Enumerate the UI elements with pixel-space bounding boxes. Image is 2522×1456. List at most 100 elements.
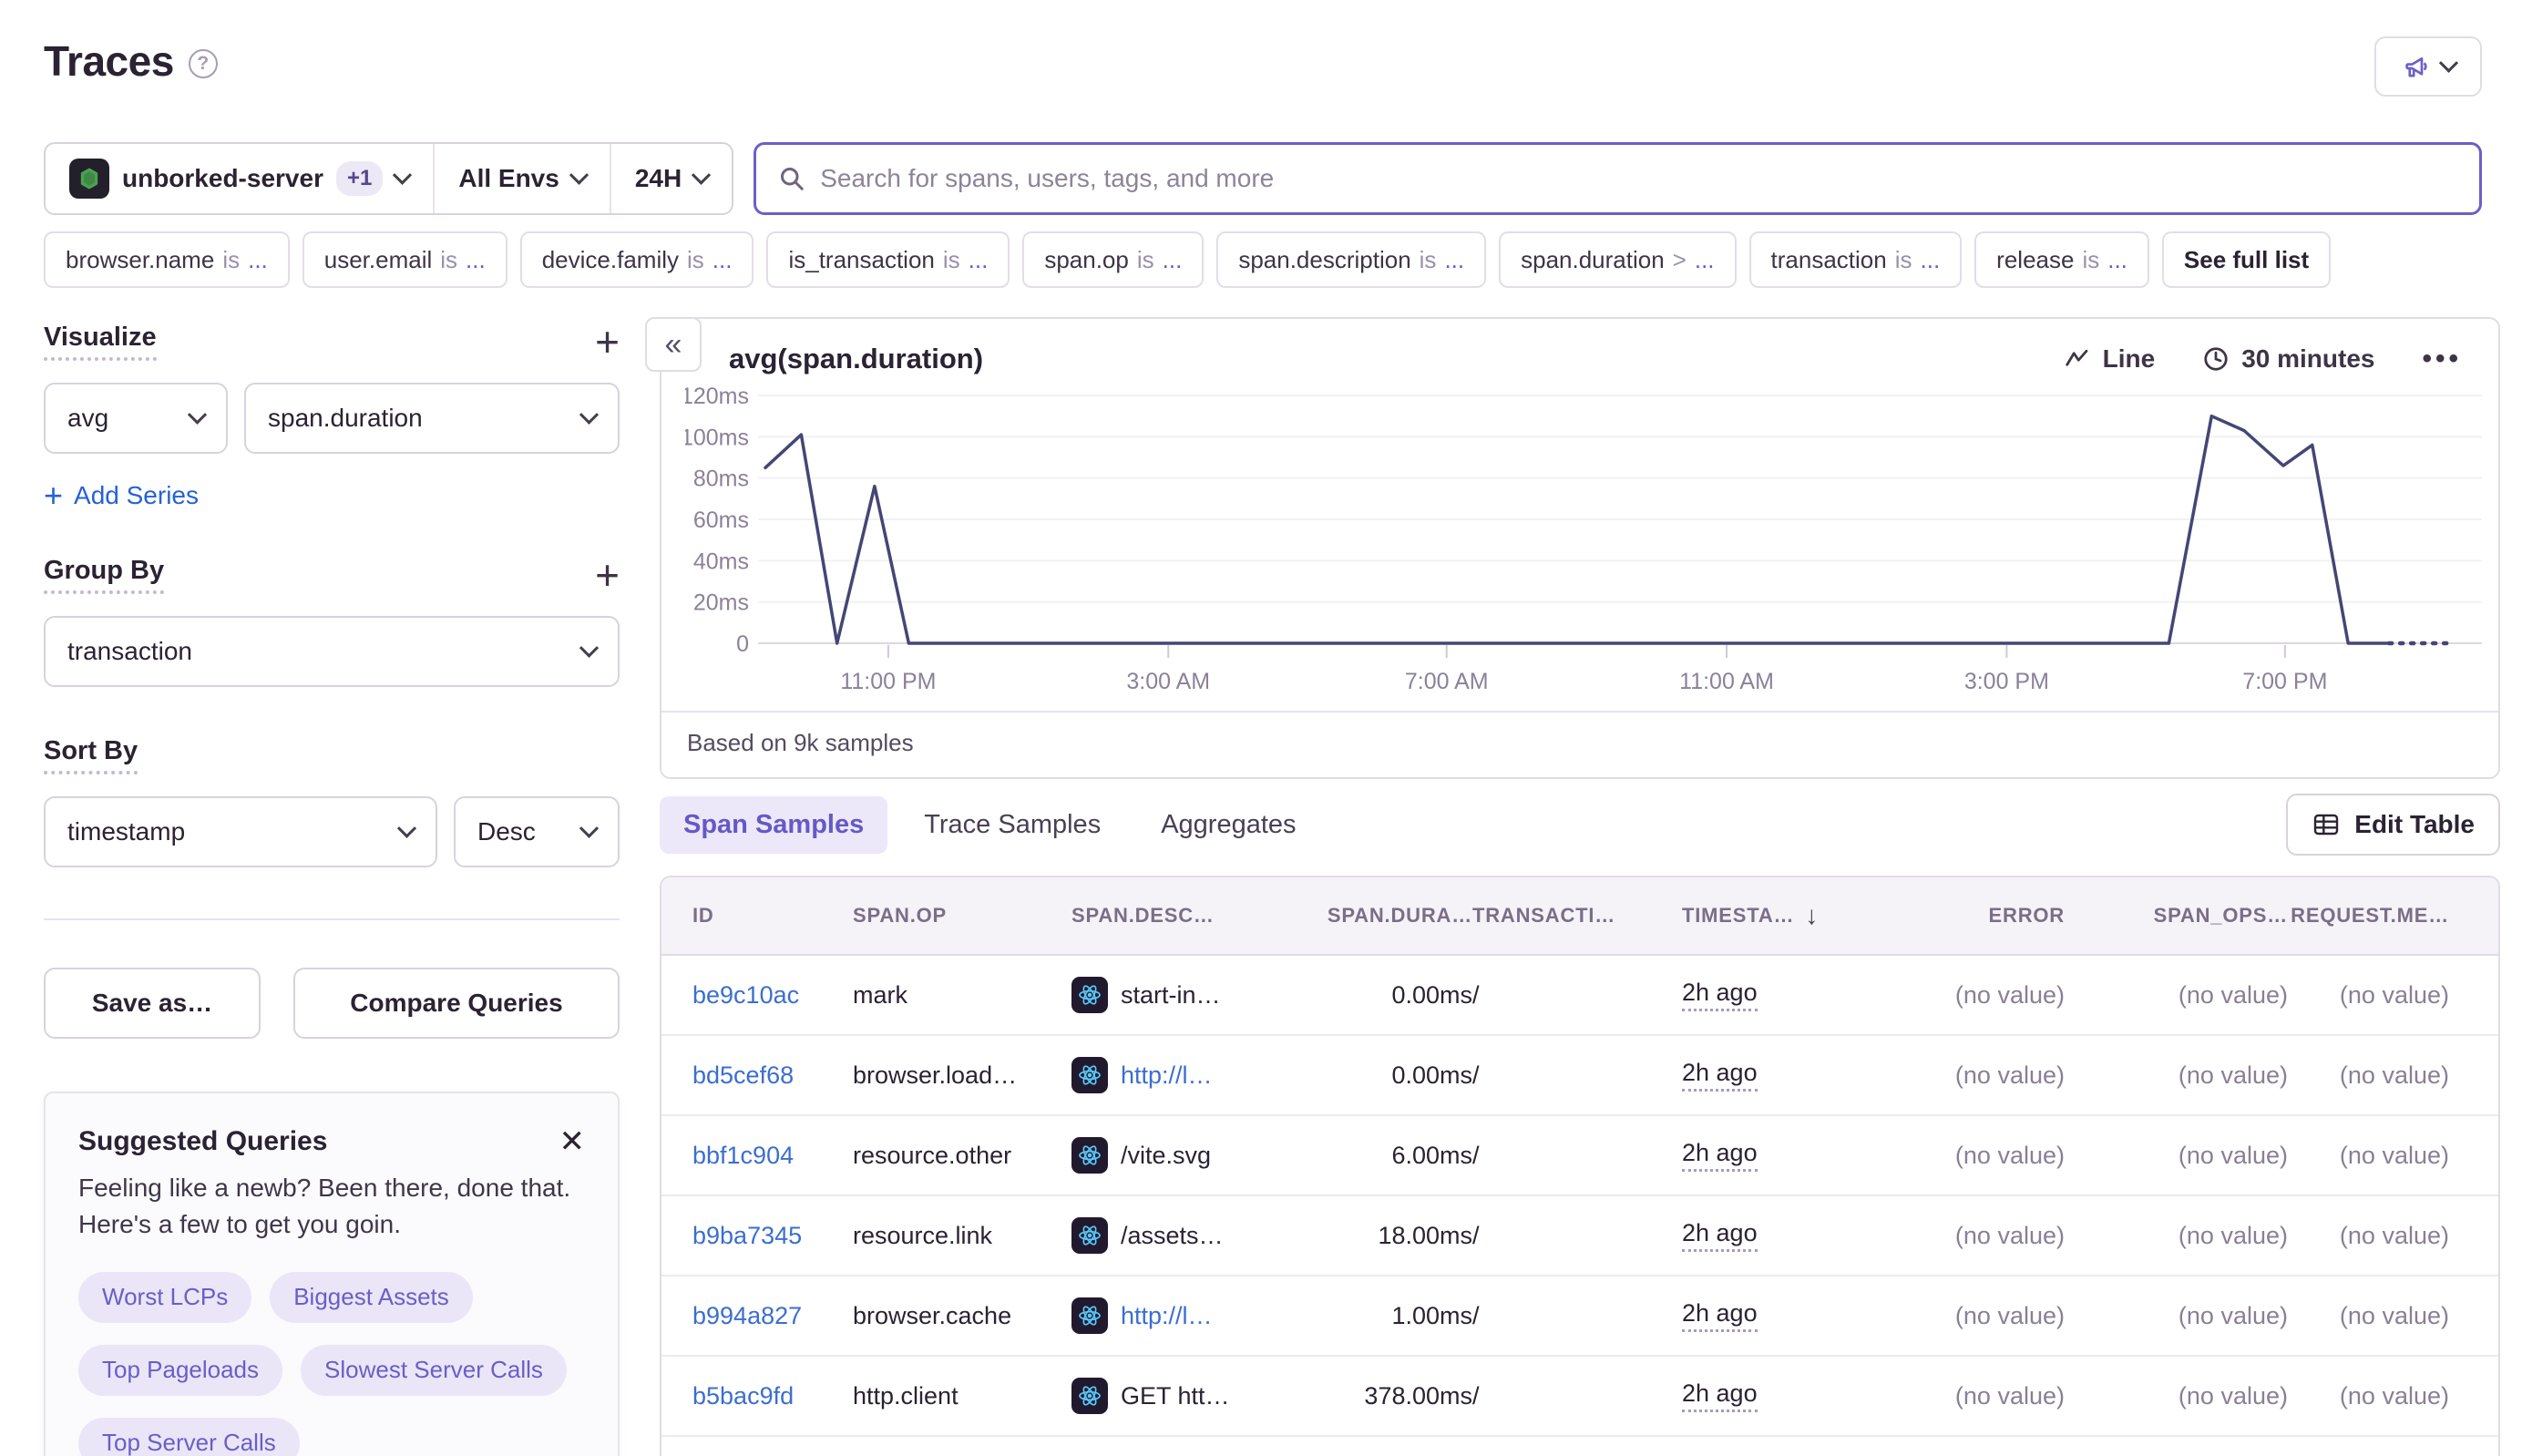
cell-span-duration: 1.00ms xyxy=(1290,1302,1472,1330)
add-visualize-button[interactable]: + xyxy=(595,325,620,359)
column-header[interactable]: TRANSACTI… xyxy=(1472,904,1682,928)
visualize-section-head: Visualize + xyxy=(44,323,620,361)
cell-span-description[interactable]: /assets… xyxy=(1071,1217,1290,1254)
add-series-button[interactable]: + Add Series xyxy=(44,481,199,510)
sort-direction-select[interactable]: Desc xyxy=(454,796,620,867)
table-header-row: IDSPAN.OPSPAN.DESC…SPAN.DURA…TRANSACTI…T… xyxy=(661,877,2498,956)
cell-timestamp[interactable]: 2h ago xyxy=(1682,979,1855,1011)
tab-span-samples[interactable]: Span Samples xyxy=(660,796,887,854)
date-range-selector[interactable]: 24H xyxy=(611,144,732,213)
tab-aggregates[interactable]: Aggregates xyxy=(1137,796,1319,854)
chart-more-menu[interactable]: ••• xyxy=(2422,343,2462,374)
group-by-select[interactable]: transaction xyxy=(44,616,620,687)
help-icon[interactable]: ? xyxy=(189,49,218,78)
chevron-down-icon xyxy=(569,165,589,184)
filter-chip-span.op[interactable]: span.opis... xyxy=(1022,231,1204,288)
cell-timestamp[interactable]: 2h ago xyxy=(1682,1139,1855,1172)
whats-new-button[interactable] xyxy=(2374,36,2482,97)
chip-field: span.duration xyxy=(1521,246,1665,274)
field-select[interactable]: span.duration xyxy=(244,383,620,454)
compare-queries-button[interactable]: Compare Queries xyxy=(293,968,620,1039)
project-selector[interactable]: unborked-server +1 xyxy=(46,144,433,213)
span-description-text: /vite.svg xyxy=(1121,1142,1211,1170)
cell-span-description[interactable]: start-in… xyxy=(1071,977,1290,1013)
sort-field-select[interactable]: timestamp xyxy=(44,796,437,867)
filter-chip-release[interactable]: releaseis... xyxy=(1974,231,2149,288)
cell-timestamp[interactable]: 2h ago xyxy=(1682,1219,1855,1252)
cell-span-description[interactable]: /vite.svg xyxy=(1071,1137,1290,1174)
suggested-query-chip[interactable]: Top Pageloads xyxy=(78,1345,282,1396)
edit-table-button[interactable]: Edit Table xyxy=(2286,794,2500,856)
chip-value: ... xyxy=(466,246,486,274)
filter-chip-span.description[interactable]: span.descriptionis... xyxy=(1216,231,1486,288)
aggregate-select[interactable]: avg xyxy=(44,383,228,454)
column-header[interactable]: ID xyxy=(661,904,853,928)
chart-interval-button[interactable]: 30 minutes xyxy=(2202,344,2374,374)
chart-panel: « avg(span.duration) Line xyxy=(660,317,2500,779)
table-toolbar: Span SamplesTrace SamplesAggregates Edit… xyxy=(660,794,2500,856)
filter-bar: unborked-server +1 All Envs 24H xyxy=(44,142,2482,215)
query-actions: Save as… Compare Queries xyxy=(44,968,620,1039)
filter-chip-device.family[interactable]: device.familyis... xyxy=(520,231,754,288)
column-header[interactable]: TIMESTA… ↓ xyxy=(1682,901,1855,930)
page-title: Traces xyxy=(44,36,174,86)
chart-type-button[interactable]: Line xyxy=(2064,344,2156,374)
suggested-query-chip[interactable]: Top Server Calls xyxy=(78,1418,300,1456)
environment-selector[interactable]: All Envs xyxy=(435,144,609,213)
close-icon[interactable]: ✕ xyxy=(559,1126,586,1157)
search-input[interactable] xyxy=(820,164,2457,193)
sort-by-label: Sort By xyxy=(44,736,138,774)
page-filters: unborked-server +1 All Envs 24H xyxy=(44,142,733,215)
search-bar[interactable] xyxy=(754,142,2482,215)
suggested-query-chip[interactable]: Worst LCPs xyxy=(78,1272,251,1323)
tab-trace-samples[interactable]: Trace Samples xyxy=(900,796,1124,854)
sort-by-section-head: Sort By xyxy=(44,736,620,774)
collapse-sidebar-button[interactable]: « xyxy=(645,317,702,372)
column-header[interactable]: REQUEST.ME… xyxy=(2288,904,2498,928)
cell-timestamp[interactable]: 2h ago xyxy=(1682,1299,1855,1332)
column-header[interactable]: SPAN.DESC… xyxy=(1071,904,1290,928)
cell-span-id[interactable]: be9c10ac xyxy=(661,981,853,1010)
filter-chip-transaction[interactable]: transactionis... xyxy=(1749,231,1963,288)
column-header[interactable]: ERROR xyxy=(1855,904,2065,928)
column-header-label: TIMESTA… xyxy=(1682,904,1794,928)
filter-chip-is_transaction[interactable]: is_transactionis... xyxy=(766,231,1010,288)
cell-timestamp[interactable]: 2h ago xyxy=(1682,1059,1855,1092)
cell-span-id[interactable]: bbf1c904 xyxy=(661,1142,853,1170)
sort-desc-icon[interactable]: ↓ xyxy=(1805,901,1819,930)
column-header[interactable]: SPAN.DURA… xyxy=(1290,904,1472,928)
chevron-down-icon xyxy=(393,165,412,184)
y-axis-tick: 0 xyxy=(736,631,749,657)
cell-span-id[interactable]: bd5cef68 xyxy=(661,1061,853,1090)
cell-request-method: (no value) xyxy=(2288,1382,2498,1410)
timestamp-text: 2h ago xyxy=(1682,1139,1758,1172)
title-wrap: Traces ? xyxy=(44,36,218,86)
chip-operator: is xyxy=(1420,246,1437,274)
cell-timestamp[interactable]: 2h ago xyxy=(1682,1379,1855,1412)
cell-span-description[interactable]: http://l… xyxy=(1071,1297,1290,1334)
add-group-by-button[interactable]: + xyxy=(595,559,620,592)
filter-chip-span.duration[interactable]: span.duration>... xyxy=(1499,231,1736,288)
cell-span-duration: 18.00ms xyxy=(1290,1222,1472,1250)
filter-chip-user.email[interactable]: user.emailis... xyxy=(302,231,507,288)
line-chart-icon xyxy=(2064,345,2091,373)
suggested-query-chip[interactable]: Slowest Server Calls xyxy=(301,1345,567,1396)
cell-span-id[interactable]: b994a827 xyxy=(661,1302,853,1330)
filter-chip-browser.name[interactable]: browser.nameis... xyxy=(44,231,290,288)
cell-span-id[interactable]: b9ba7345 xyxy=(661,1222,853,1250)
cell-span-description[interactable]: http://l… xyxy=(1071,1057,1290,1093)
suggested-queries-card: Suggested Queries ✕ Feeling like a newb?… xyxy=(44,1092,620,1456)
save-as-button[interactable]: Save as… xyxy=(44,968,261,1039)
cell-span-id[interactable]: b5bac9fd xyxy=(661,1382,853,1410)
column-header[interactable]: SPAN.OP xyxy=(853,904,1071,928)
traces-page: Traces ? unborked-server xyxy=(0,0,2522,1456)
main-panel: « avg(span.duration) Line xyxy=(660,317,2500,1456)
cell-request-method: (no value) xyxy=(2288,1142,2498,1170)
react-project-icon xyxy=(1071,1057,1108,1093)
see-full-list-button[interactable]: See full list xyxy=(2162,231,2331,288)
cell-span-description[interactable]: GET htt… xyxy=(1071,1378,1290,1414)
suggested-query-chip[interactable]: Biggest Assets xyxy=(270,1272,473,1323)
duration-line-chart[interactable]: 120ms100ms80ms60ms40ms20ms011:00 PM3:00 … xyxy=(685,381,2498,702)
y-axis-tick: 60ms xyxy=(693,508,749,533)
column-header[interactable]: SPAN_OPS… xyxy=(2065,904,2288,928)
